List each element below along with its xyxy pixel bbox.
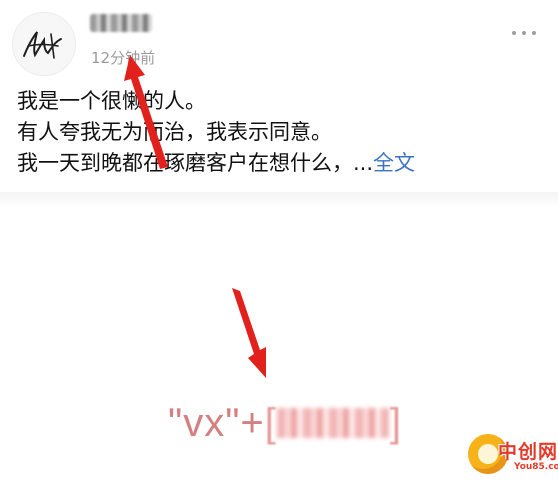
post-body: 我是一个很懒的人。 有人夸我无为而治，我表示同意。 我一天到晚都在琢磨客户在想什… — [17, 86, 547, 179]
bracket-close: ] — [389, 400, 402, 445]
post-text-line-last: 我一天到晚都在琢磨客户在想什么，...全文 — [17, 148, 547, 179]
more-dot — [512, 31, 516, 35]
more-dot — [532, 31, 536, 35]
post-text-line: 有人夸我无为而治，我表示同意。 — [17, 120, 332, 144]
post-header: 12分钟前 — [0, 0, 558, 80]
username-blurred[interactable] — [90, 14, 152, 32]
vx-contact-row: "vx"+ [ ] — [168, 398, 401, 448]
avatar[interactable] — [12, 12, 76, 76]
more-options-icon[interactable] — [512, 26, 544, 40]
avatar-signature — [23, 31, 62, 59]
full-text-link[interactable]: 全文 — [373, 151, 415, 175]
arrow-to-timestamp — [124, 55, 168, 169]
bracket-open: [ — [264, 400, 276, 445]
watermark: 中创网 You85.com — [468, 430, 558, 482]
watermark-name: 中创网 — [498, 441, 558, 463]
vx-label: "vx"+ — [168, 400, 265, 445]
vx-id-blurred — [276, 408, 389, 438]
more-dot — [522, 31, 526, 35]
arrow-to-contact — [232, 288, 266, 378]
divider — [0, 192, 558, 208]
watermark-url: You85.com — [514, 462, 558, 472]
post-text-line: 我一天到晚都在琢磨客户在想什么，... — [17, 151, 374, 175]
post-text-line: 我是一个很懒的人。 — [17, 89, 206, 113]
